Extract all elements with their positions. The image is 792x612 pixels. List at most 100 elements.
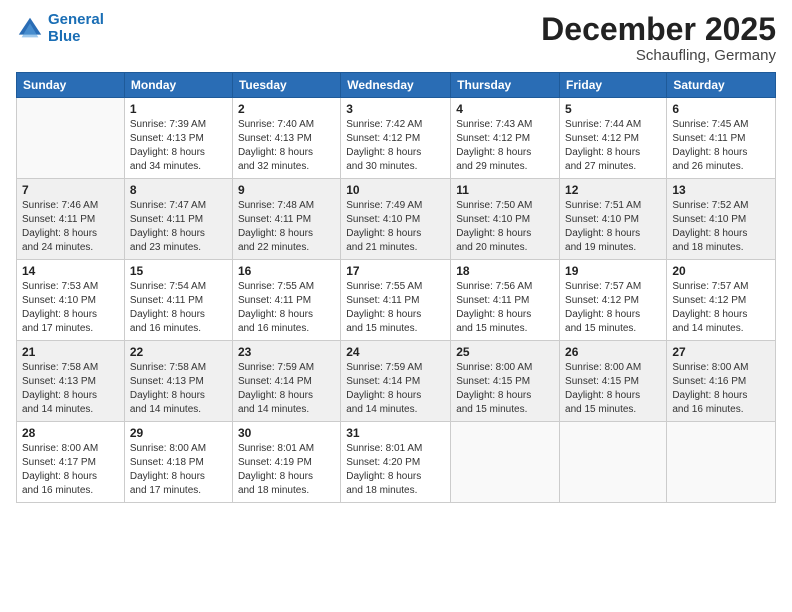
day-info: Sunrise: 7:40 AM Sunset: 4:13 PM Dayligh…: [238, 118, 335, 174]
day-number: 1: [130, 102, 227, 116]
day-cell: 19Sunrise: 7:57 AM Sunset: 4:12 PM Dayli…: [560, 260, 667, 341]
day-cell: 14 Sunrise: 7:53 AM Sunset: 4:10 PM Dayli…: [17, 260, 125, 341]
day-info: Sunrise: 7:56 AM Sunset: 4:11 PM Dayligh…: [456, 280, 554, 336]
day-cell: 5 Sunrise: 7:44 AM Sunset: 4:12 PM Daylig…: [560, 98, 667, 179]
day-info: Sunrise: 7:52 AM Sunset: 4:10 PM Dayligh…: [672, 199, 770, 255]
day-number: 4: [456, 102, 554, 116]
day-cell: 9Sunrise: 7:48 AM Sunset: 4:11 PM Daylig…: [232, 179, 340, 260]
day-cell: 8 Sunrise: 7:47 AM Sunset: 4:11 PM Daylig…: [124, 179, 232, 260]
page: General Blue December 2025 Schaufling, G…: [0, 0, 792, 612]
day-info: Sunrise: 8:01 AM Sunset: 4:19 PM Dayligh…: [238, 442, 335, 498]
day-info: Sunrise: 8:01 AM Sunset: 4:20 PM Dayligh…: [346, 442, 445, 498]
day-number: 21: [22, 345, 119, 359]
day-info: Sunrise: 7:55 AM Sunset: 4:11 PM Dayligh…: [238, 280, 335, 336]
day-number: 18: [456, 264, 554, 278]
day-number: 3: [346, 102, 445, 116]
day-info: Sunrise: 7:43 AM Sunset: 4:12 PM Dayligh…: [456, 118, 554, 174]
day-info: Sunrise: 7:58 AM Sunset: 4:13 PM Dayligh…: [130, 361, 227, 417]
day-cell: 26 Sunrise: 8:00 AM Sunset: 4:15 PM Dayli…: [560, 341, 667, 422]
day-info: Sunrise: 7:49 AM Sunset: 4:10 PM Dayligh…: [346, 199, 445, 255]
day-number: 14: [22, 264, 119, 278]
day-number: 12: [565, 183, 661, 197]
day-number: 10: [346, 183, 445, 197]
header: General Blue December 2025 Schaufling, G…: [16, 12, 776, 64]
day-cell: 1 Sunrise: 7:39 AM Sunset: 4:13 PM Daylig…: [124, 98, 232, 179]
day-cell: 11 Sunrise: 7:50 AM Sunset: 4:10 PM Dayli…: [451, 179, 560, 260]
day-info: Sunrise: 7:53 AM Sunset: 4:10 PM Dayligh…: [22, 280, 119, 336]
day-cell: 24 Sunrise: 7:59 AM Sunset: 4:14 PM Dayli…: [341, 341, 451, 422]
week-row-3: 14 Sunrise: 7:53 AM Sunset: 4:10 PM Dayli…: [17, 260, 776, 341]
day-cell: [17, 98, 125, 179]
day-cell: 31 Sunrise: 8:01 AM Sunset: 4:20 PM Dayli…: [341, 422, 451, 503]
day-number: 20: [672, 264, 770, 278]
day-info: Sunrise: 8:00 AM Sunset: 4:17 PM Dayligh…: [22, 442, 119, 498]
day-number: 15: [130, 264, 227, 278]
day-info: Sunrise: 7:54 AM Sunset: 4:11 PM Dayligh…: [130, 280, 227, 336]
day-cell: 12 Sunrise: 7:51 AM Sunset: 4:10 PM Dayli…: [560, 179, 667, 260]
day-cell: 18 Sunrise: 7:56 AM Sunset: 4:11 PM Dayli…: [451, 260, 560, 341]
day-info: Sunrise: 7:42 AM Sunset: 4:12 PM Dayligh…: [346, 118, 445, 174]
logo-icon: [16, 15, 44, 43]
day-info: Sunrise: 7:51 AM Sunset: 4:10 PM Dayligh…: [565, 199, 661, 255]
day-number: 24: [346, 345, 445, 359]
day-info: Sunrise: 7:48 AM Sunset: 4:11 PM Dayligh…: [238, 199, 335, 255]
location: Schaufling, Germany: [541, 47, 776, 64]
day-info: Sunrise: 8:00 AM Sunset: 4:18 PM Dayligh…: [130, 442, 227, 498]
day-number: 8: [130, 183, 227, 197]
day-number: 16: [238, 264, 335, 278]
day-cell: 28 Sunrise: 8:00 AM Sunset: 4:17 PM Dayli…: [17, 422, 125, 503]
day-info: Sunrise: 7:39 AM Sunset: 4:13 PM Dayligh…: [130, 118, 227, 174]
day-cell: 13 Sunrise: 7:52 AM Sunset: 4:10 PM Dayli…: [667, 179, 776, 260]
day-cell: [451, 422, 560, 503]
day-info: Sunrise: 7:55 AM Sunset: 4:11 PM Dayligh…: [346, 280, 445, 336]
day-cell: 21Sunrise: 7:58 AM Sunset: 4:13 PM Dayli…: [17, 341, 125, 422]
day-info: Sunrise: 7:50 AM Sunset: 4:10 PM Dayligh…: [456, 199, 554, 255]
day-number: 17: [346, 264, 445, 278]
day-info: Sunrise: 7:46 AM Sunset: 4:11 PM Dayligh…: [22, 199, 119, 255]
day-info: Sunrise: 7:59 AM Sunset: 4:14 PM Dayligh…: [238, 361, 335, 417]
week-row-2: 7 Sunrise: 7:46 AM Sunset: 4:11 PM Daylig…: [17, 179, 776, 260]
day-header-tuesday: Tuesday: [232, 73, 340, 98]
day-info: Sunrise: 8:00 AM Sunset: 4:15 PM Dayligh…: [456, 361, 554, 417]
logo: General Blue: [16, 12, 104, 45]
day-number: 11: [456, 183, 554, 197]
day-number: 6: [672, 102, 770, 116]
day-cell: 16 Sunrise: 7:55 AM Sunset: 4:11 PM Dayli…: [232, 260, 340, 341]
day-cell: 15 Sunrise: 7:54 AM Sunset: 4:11 PM Dayli…: [124, 260, 232, 341]
day-info: Sunrise: 7:45 AM Sunset: 4:11 PM Dayligh…: [672, 118, 770, 174]
day-info: Sunrise: 7:47 AM Sunset: 4:11 PM Dayligh…: [130, 199, 227, 255]
day-cell: 29 Sunrise: 8:00 AM Sunset: 4:18 PM Dayli…: [124, 422, 232, 503]
calendar-table: SundayMondayTuesdayWednesdayThursdayFrid…: [16, 72, 776, 503]
day-cell: [560, 422, 667, 503]
day-cell: 2Sunrise: 7:40 AM Sunset: 4:13 PM Daylig…: [232, 98, 340, 179]
day-number: 13: [672, 183, 770, 197]
day-cell: 23Sunrise: 7:59 AM Sunset: 4:14 PM Dayli…: [232, 341, 340, 422]
day-cell: 25 Sunrise: 8:00 AM Sunset: 4:15 PM Dayli…: [451, 341, 560, 422]
day-number: 30: [238, 426, 335, 440]
day-number: 22: [130, 345, 227, 359]
day-info: Sunrise: 8:00 AM Sunset: 4:15 PM Dayligh…: [565, 361, 661, 417]
day-number: 29: [130, 426, 227, 440]
calendar-header-row: SundayMondayTuesdayWednesdayThursdayFrid…: [17, 73, 776, 98]
month-title: December 2025: [541, 12, 776, 47]
day-number: 26: [565, 345, 661, 359]
day-number: 7: [22, 183, 119, 197]
title-block: December 2025 Schaufling, Germany: [541, 12, 776, 64]
day-cell: 6 Sunrise: 7:45 AM Sunset: 4:11 PM Daylig…: [667, 98, 776, 179]
day-cell: 22 Sunrise: 7:58 AM Sunset: 4:13 PM Dayli…: [124, 341, 232, 422]
day-number: 28: [22, 426, 119, 440]
day-cell: 30 Sunrise: 8:01 AM Sunset: 4:19 PM Dayli…: [232, 422, 340, 503]
week-row-4: 21 Sunrise: 7:58 AM Sunset: 4:13 PM Dayli…: [17, 341, 776, 422]
day-info: Sunrise: 7:44 AM Sunset: 4:12 PM Dayligh…: [565, 118, 661, 174]
logo-text: General Blue: [48, 12, 104, 45]
day-number: 5: [565, 102, 661, 116]
day-header-friday: Friday: [560, 73, 667, 98]
day-cell: 3 Sunrise: 7:42 AM Sunset: 4:12 PM Daylig…: [341, 98, 451, 179]
day-number: 25: [456, 345, 554, 359]
day-cell: 7 Sunrise: 7:46 AM Sunset: 4:11 PM Daylig…: [17, 179, 125, 260]
day-info: Sunrise: 7:59 AM Sunset: 4:14 PM Dayligh…: [346, 361, 445, 417]
day-number: 31: [346, 426, 445, 440]
day-number: 27: [672, 345, 770, 359]
day-cell: 27Sunrise: 8:00 AM Sunset: 4:16 PM Dayli…: [667, 341, 776, 422]
day-cell: 4 Sunrise: 7:43 AM Sunset: 4:12 PM Daylig…: [451, 98, 560, 179]
